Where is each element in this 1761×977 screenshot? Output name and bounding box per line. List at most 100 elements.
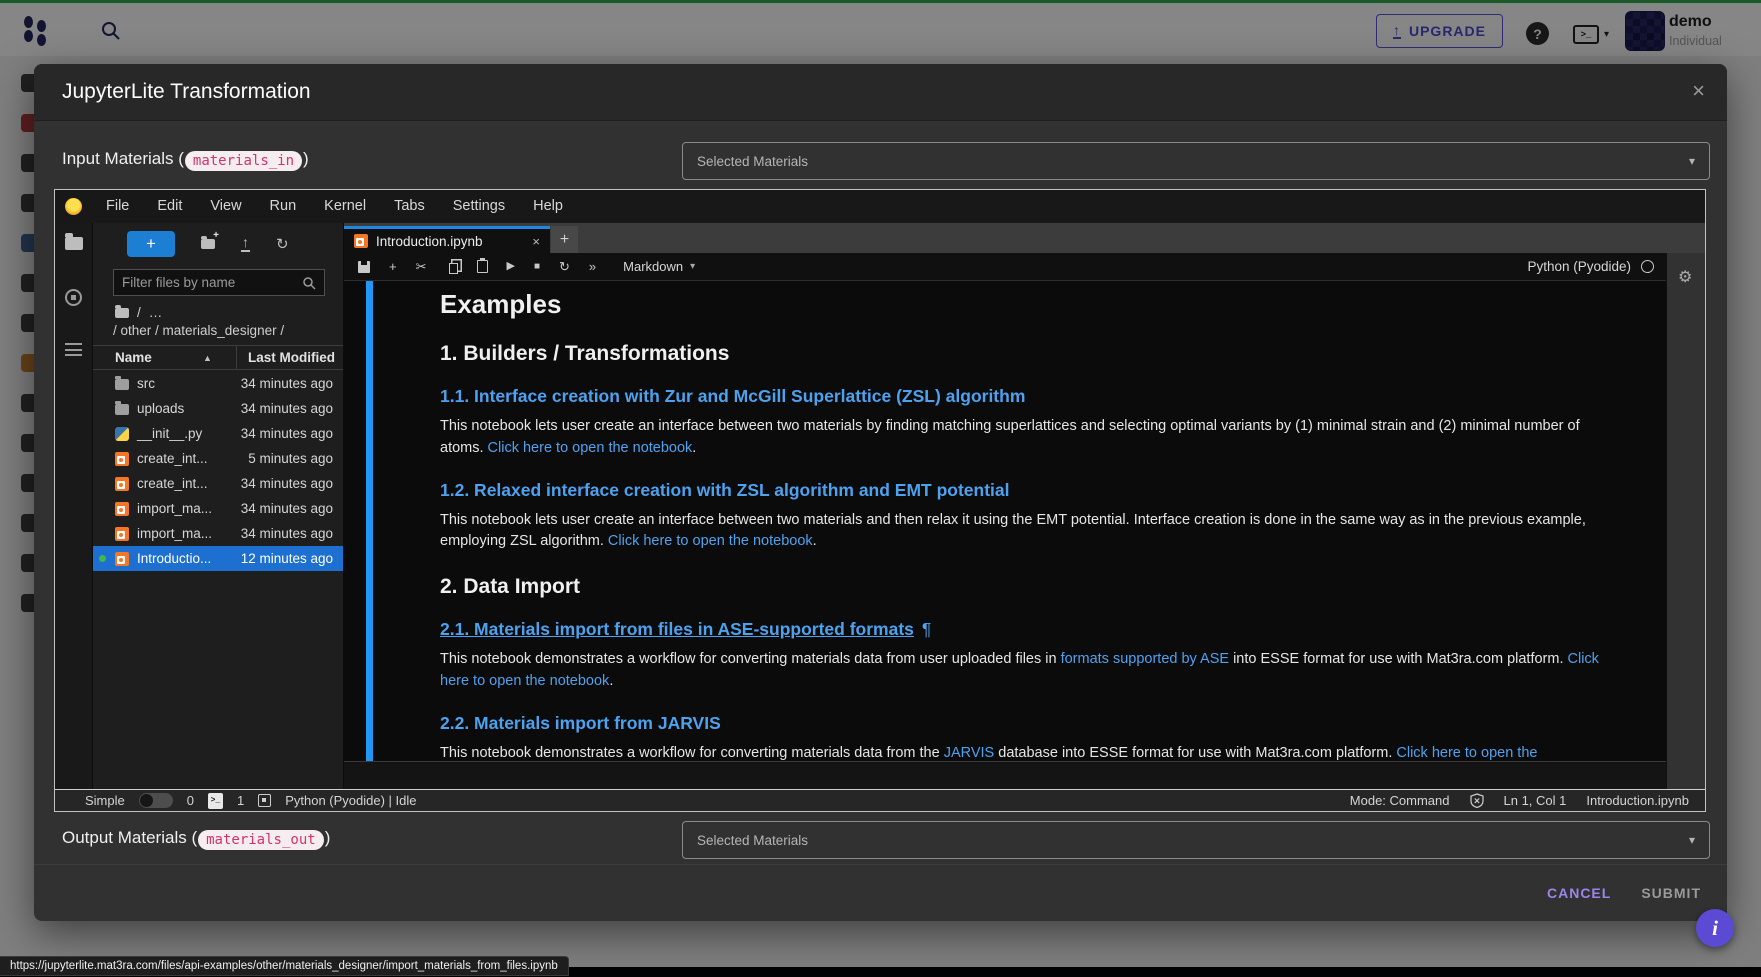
jupyterlite-transformation-dialog: JupyterLite Transformation × Input Mater… bbox=[34, 64, 1727, 921]
file-row[interactable]: src34 minutes ago bbox=[93, 371, 343, 396]
restart-kernel-icon[interactable]: ↻ bbox=[559, 260, 570, 273]
output-label-suffix: ) bbox=[325, 828, 331, 847]
column-name[interactable]: Name bbox=[115, 350, 152, 365]
file-browser-tab-icon[interactable] bbox=[65, 237, 83, 255]
folder-icon bbox=[115, 404, 129, 415]
markdown-cell[interactable]: Examples1. Builders / Transformations1.1… bbox=[440, 281, 1600, 762]
paragraph-text: This notebook demonstrates a workflow fo… bbox=[440, 651, 1061, 667]
dialog-header: JupyterLite Transformation × bbox=[34, 64, 1727, 121]
breadcrumb[interactable]: / … bbox=[115, 305, 162, 320]
paragraph-text: . bbox=[692, 440, 696, 456]
new-folder-icon[interactable]: + bbox=[201, 236, 215, 253]
property-inspector-gear-icon[interactable]: ⚙ bbox=[1678, 267, 1692, 287]
close-tab-icon[interactable]: × bbox=[532, 234, 540, 249]
jupyterlite-frame: FileEditViewRunKernelTabsSettingsHelp + … bbox=[54, 189, 1706, 812]
info-fab-button[interactable]: i bbox=[1696, 909, 1734, 947]
menu-tabs[interactable]: Tabs bbox=[380, 198, 439, 214]
file-row[interactable]: Introductio...12 minutes ago bbox=[93, 546, 343, 571]
new-tab-button[interactable]: + bbox=[551, 226, 578, 253]
file-list-header: Name ▲ Last Modified bbox=[93, 345, 343, 370]
breadcrumb-root[interactable]: / bbox=[137, 305, 141, 320]
upload-icon[interactable]: ↑ bbox=[241, 236, 250, 252]
menu-settings[interactable]: Settings bbox=[439, 198, 519, 214]
pilcrow-anchor-icon[interactable]: ¶ bbox=[922, 619, 931, 639]
run-cell-icon[interactable]: ▶ bbox=[507, 261, 515, 272]
notebook-link[interactable]: Click here to open the notebook bbox=[488, 440, 693, 456]
refresh-icon[interactable]: ↻ bbox=[276, 235, 289, 253]
breadcrumb-path[interactable]: / other / materials_designer / bbox=[113, 323, 284, 338]
kernel-status-text[interactable]: Python (Pyodide) | Idle bbox=[285, 793, 416, 808]
tab-introduction-ipynb[interactable]: Introduction.ipynb × bbox=[344, 226, 550, 253]
insert-cell-icon[interactable]: + bbox=[389, 260, 397, 273]
heading-link[interactable]: 1.2. Relaxed interface creation with ZSL… bbox=[440, 480, 1010, 500]
markdown-heading[interactable]: 2.2. Materials import from JARVIS bbox=[440, 713, 1600, 734]
file-row[interactable]: __init__.py34 minutes ago bbox=[93, 421, 343, 446]
file-row[interactable]: uploads34 minutes ago bbox=[93, 396, 343, 421]
menu-help[interactable]: Help bbox=[519, 198, 577, 214]
heading-link[interactable]: 2.2. Materials import from JARVIS bbox=[440, 713, 721, 733]
notebook-link[interactable]: JARVIS bbox=[944, 745, 995, 761]
menu-view[interactable]: View bbox=[196, 198, 255, 214]
copy-cell-icon[interactable] bbox=[449, 263, 458, 274]
activity-bar bbox=[55, 223, 93, 789]
cell-type-select[interactable]: Markdown ▾ bbox=[623, 259, 695, 274]
active-file-name[interactable]: Introduction.ipynb bbox=[1586, 793, 1689, 808]
terminal-sessions-icon[interactable]: >_ bbox=[208, 793, 223, 809]
restart-run-all-icon[interactable]: » bbox=[589, 260, 596, 273]
output-selected-materials-select[interactable]: Selected Materials ▾ bbox=[682, 821, 1710, 859]
submit-button[interactable]: SUBMIT bbox=[1641, 885, 1701, 901]
menu-kernel[interactable]: Kernel bbox=[310, 198, 380, 214]
tab-bar: Introduction.ipynb × + bbox=[344, 223, 1705, 253]
file-row[interactable]: create_int...34 minutes ago bbox=[93, 471, 343, 496]
search-icon bbox=[302, 276, 316, 290]
selected-cell-indicator[interactable] bbox=[366, 281, 373, 761]
notebook-link[interactable]: formats supported by ASE bbox=[1061, 651, 1229, 667]
column-last-modified[interactable]: Last Modified bbox=[248, 350, 335, 365]
save-icon[interactable] bbox=[358, 261, 370, 273]
menu-edit[interactable]: Edit bbox=[143, 198, 196, 214]
file-name: __init__.py bbox=[137, 426, 202, 441]
kernel-sessions-icon[interactable] bbox=[258, 794, 271, 807]
close-icon[interactable]: × bbox=[1692, 78, 1705, 104]
new-launcher-button[interactable]: + bbox=[127, 231, 175, 257]
markdown-heading[interactable]: 2.1. Materials import from files in ASE-… bbox=[440, 619, 1600, 640]
filter-files-input[interactable]: Filter files by name bbox=[113, 269, 325, 296]
file-modified-time: 34 minutes ago bbox=[241, 476, 333, 491]
markdown-heading[interactable]: 1.1. Interface creation with Zur and McG… bbox=[440, 386, 1600, 407]
cut-cell-icon[interactable]: ✂ bbox=[416, 260, 427, 273]
terminals-count[interactable]: 0 bbox=[187, 793, 194, 808]
notebook-content: Examples1. Builders / Transformations1.1… bbox=[344, 281, 1666, 762]
notebook-link[interactable]: Click here to open the notebook bbox=[608, 533, 813, 549]
table-of-contents-tab-icon[interactable] bbox=[65, 343, 82, 361]
trust-shield-icon[interactable] bbox=[1470, 793, 1484, 808]
cursor-position[interactable]: Ln 1, Col 1 bbox=[1504, 793, 1567, 808]
file-row[interactable]: import_ma...34 minutes ago bbox=[93, 521, 343, 546]
input-selected-materials-select[interactable]: Selected Materials ▾ bbox=[682, 142, 1710, 180]
menu-file[interactable]: File bbox=[92, 198, 143, 214]
stop-kernel-icon[interactable]: ■ bbox=[534, 262, 540, 272]
kernels-count[interactable]: 1 bbox=[237, 793, 244, 808]
notebook-icon bbox=[354, 234, 368, 248]
heading-link[interactable]: 2.1. Materials import from files in ASE-… bbox=[440, 619, 914, 639]
home-folder-icon[interactable] bbox=[115, 308, 129, 318]
dialog-title: JupyterLite Transformation bbox=[62, 80, 311, 104]
breadcrumb-ellipsis[interactable]: … bbox=[149, 305, 163, 320]
file-browser-panel: + + ↑ ↻ Filter files by name / … / other… bbox=[93, 223, 344, 789]
markdown-heading[interactable]: 1.2. Relaxed interface creation with ZSL… bbox=[440, 480, 1600, 501]
file-name: Introductio... bbox=[137, 551, 211, 566]
running-kernels-tab-icon[interactable] bbox=[65, 289, 82, 311]
cancel-button[interactable]: CANCEL bbox=[1547, 885, 1611, 901]
paragraph-text: database into ESSE format for use with M… bbox=[994, 745, 1396, 761]
kernel-status-icon[interactable] bbox=[1641, 260, 1654, 273]
paste-cell-icon[interactable] bbox=[477, 260, 488, 273]
notebook-dock: Introduction.ipynb × + + ✂ ▶ ■ ↻ » bbox=[344, 223, 1666, 789]
heading-link[interactable]: 1.1. Interface creation with Zur and McG… bbox=[440, 386, 1025, 406]
command-mode-indicator[interactable]: Mode: Command bbox=[1350, 793, 1450, 808]
file-row[interactable]: create_int...5 minutes ago bbox=[93, 446, 343, 471]
menu-run[interactable]: Run bbox=[256, 198, 311, 214]
simple-mode-toggle[interactable] bbox=[139, 793, 173, 808]
file-modified-time: 34 minutes ago bbox=[241, 376, 333, 391]
file-row[interactable]: import_ma...34 minutes ago bbox=[93, 496, 343, 521]
markdown-paragraph: This notebook lets user create an interf… bbox=[440, 416, 1600, 460]
kernel-name[interactable]: Python (Pyodide) bbox=[1527, 259, 1631, 274]
